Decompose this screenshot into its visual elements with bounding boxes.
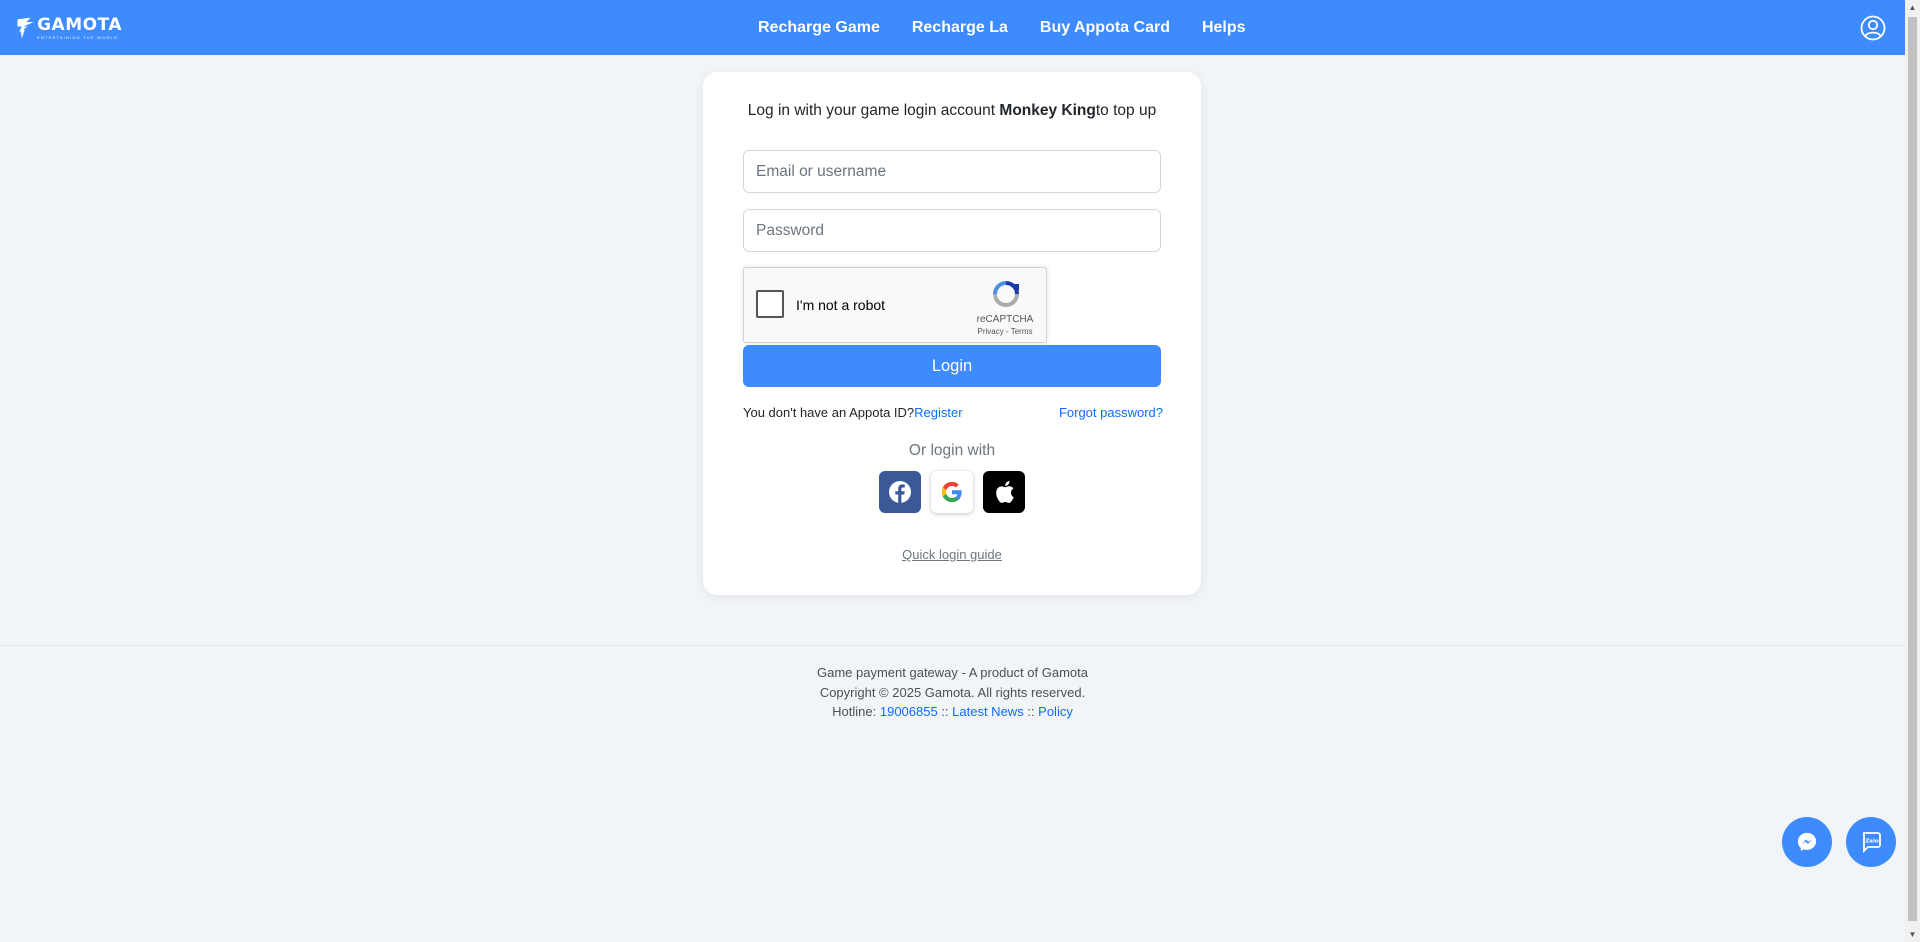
messenger-chat-button[interactable] [1782,817,1832,867]
title-prefix: Log in with your game login account [747,102,1000,119]
messenger-icon [1797,832,1817,851]
facebook-icon [889,481,911,503]
nav-recharge-la[interactable]: Recharge La [912,19,1008,37]
game-name: Monkey King [999,102,1096,119]
password-field[interactable] [743,209,1161,252]
nav-recharge-game[interactable]: Recharge Game [758,19,880,37]
footer-links-row: Hotline: 19006855 :: Latest News :: Poli… [0,702,1905,722]
facebook-login-button[interactable] [879,471,921,513]
register-link[interactable]: Register [914,405,962,420]
footer-separator: :: [937,704,953,719]
zalo-chat-button[interactable]: Zalo [1846,817,1896,867]
login-button[interactable]: Login [743,345,1161,387]
logo-text: GAMOTA [37,14,122,35]
footer-product-line: Game payment gateway - A product of Gamo… [817,665,1088,680]
apple-login-button[interactable] [983,471,1025,513]
google-icon [941,481,962,503]
hotline-label: Hotline: [832,704,880,719]
nav-buy-appota-card[interactable]: Buy Appota Card [1040,19,1170,37]
recaptcha-label: I'm not a robot [796,297,886,313]
forgot-password-link[interactable]: Forgot password? [1058,405,1163,420]
recaptcha-brand: reCAPTCHA [976,314,1034,325]
google-login-button[interactable] [931,471,973,513]
title-suffix: to top up [1095,102,1157,119]
email-field[interactable] [743,150,1161,193]
login-title: Log in with your game login account Monk… [703,102,1201,120]
or-login-with-label: Or login with [908,442,996,459]
recaptcha-icon [993,281,1019,307]
recaptcha-checkbox[interactable] [756,290,784,318]
recaptcha-widget: I'm not a robot reCAPTCHA Privacy - Term… [743,267,1047,343]
main-nav: Recharge Game Recharge La Buy Appota Car… [758,0,1246,55]
no-account-text: You don't have an Appota ID? [743,405,915,420]
user-circle-icon[interactable] [1860,15,1886,41]
footer-separator: :: [1023,704,1039,719]
apple-icon [996,481,1014,503]
quick-login-guide-link[interactable]: Quick login guide [703,547,1201,562]
top-navbar: GAMOTA ENTERTAINING THE WORLD Recharge G… [0,0,1905,55]
scrollbar-thumb[interactable] [1908,17,1917,921]
footer: Game payment gateway - A product of Gamo… [0,663,1905,722]
login-card: Log in with your game login account Monk… [703,72,1201,595]
gamota-logo-icon [17,17,34,39]
footer-divider [0,645,1905,646]
latest-news-link[interactable]: Latest News [952,704,1024,719]
scroll-up-arrow-icon[interactable]: ▲ [1905,0,1920,15]
svg-text:Zalo: Zalo [1865,839,1879,845]
page-scrollbar[interactable]: ▲ ▼ [1905,0,1920,942]
gamota-logo[interactable]: GAMOTA ENTERTAINING THE WORLD [16,11,122,45]
logo-tagline: ENTERTAINING THE WORLD [37,34,118,40]
hotline-link[interactable]: 19006855 [880,704,938,719]
register-row: You don't have an Appota ID?Register [743,405,963,420]
nav-helps[interactable]: Helps [1202,19,1246,37]
zalo-icon: Zalo [1862,832,1881,854]
footer-copyright: Copyright © 2025 Gamota. All rights rese… [819,684,1086,700]
scroll-down-arrow-icon[interactable]: ▼ [1905,927,1920,942]
recaptcha-privacy-terms[interactable]: Privacy - Terms [966,327,1044,336]
policy-link[interactable]: Policy [1038,704,1073,719]
